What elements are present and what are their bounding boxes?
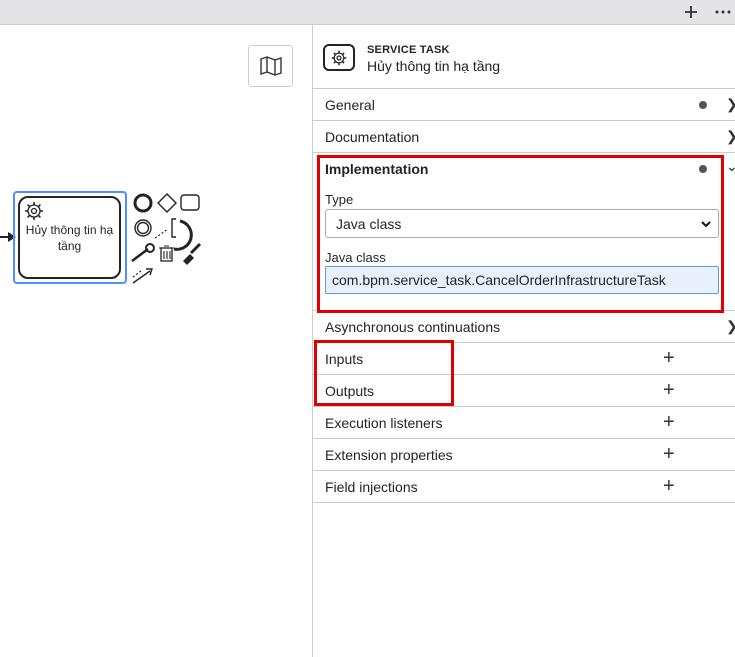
- group-label: Execution listeners: [325, 415, 443, 431]
- group-execution-listeners[interactable]: Execution listeners +: [313, 407, 735, 439]
- element-name: Hủy thông tin hạ tầng: [367, 58, 501, 74]
- group-documentation[interactable]: Documentation ❯: [313, 121, 735, 153]
- plus-icon[interactable]: +: [663, 412, 675, 432]
- plus-icon[interactable]: +: [663, 476, 675, 496]
- chevron-right-icon: ❯: [726, 318, 735, 335]
- group-label: Documentation: [325, 129, 420, 145]
- group-label: Field injections: [325, 479, 418, 495]
- diagram-canvas[interactable]: Hủy thông tin hạ tầng: [0, 25, 312, 657]
- group-extension-properties[interactable]: Extension properties +: [313, 439, 735, 471]
- trash-icon[interactable]: [159, 245, 174, 262]
- chevron-right-icon: ❯: [726, 96, 735, 113]
- service-task-icon: [323, 44, 355, 71]
- wrench-icon[interactable]: [131, 243, 155, 263]
- service-task[interactable]: Hủy thông tin hạ tầng: [18, 196, 121, 279]
- chevron-right-icon: ❯: [726, 128, 735, 145]
- group-async[interactable]: Asynchronous continuations ❯: [313, 311, 735, 343]
- task-icon[interactable]: [180, 194, 200, 211]
- top-toolbar: [0, 0, 735, 25]
- connect-arrow-icon[interactable]: [132, 268, 153, 284]
- gateway-icon[interactable]: [157, 193, 177, 213]
- group-general[interactable]: General ❯: [313, 89, 735, 121]
- end-event-icon[interactable]: [133, 193, 153, 213]
- text-annotation-icon[interactable]: [154, 218, 176, 239]
- gear-icon: [25, 202, 43, 220]
- group-label: Extension properties: [325, 447, 453, 463]
- panel-header: SERVICE TASK Hủy thông tin hạ tầng: [313, 25, 735, 89]
- plus-icon[interactable]: +: [663, 444, 675, 464]
- more-icon[interactable]: [712, 1, 734, 23]
- plus-icon[interactable]: +: [663, 380, 675, 400]
- task-label: Hủy thông tin hạ tầng: [25, 222, 114, 253]
- group-label: Asynchronous continuations: [325, 319, 501, 335]
- chevron-down-icon[interactable]: ⌄: [726, 158, 735, 175]
- highlight-inputs-outputs: [314, 340, 454, 406]
- group-field-injections[interactable]: Field injections +: [313, 471, 735, 503]
- minimap-toggle-button[interactable]: [248, 45, 293, 87]
- highlight-implementation: [317, 155, 724, 313]
- intermediate-event-icon[interactable]: [134, 219, 152, 237]
- plus-icon[interactable]: +: [663, 348, 675, 368]
- change-type-icon[interactable]: [173, 219, 193, 251]
- group-label: General: [325, 97, 375, 113]
- data-marker-icon: [699, 101, 707, 109]
- element-type: SERVICE TASK: [367, 44, 450, 56]
- context-pad: [131, 193, 202, 284]
- plus-icon[interactable]: [680, 1, 702, 23]
- map-icon: [259, 56, 282, 76]
